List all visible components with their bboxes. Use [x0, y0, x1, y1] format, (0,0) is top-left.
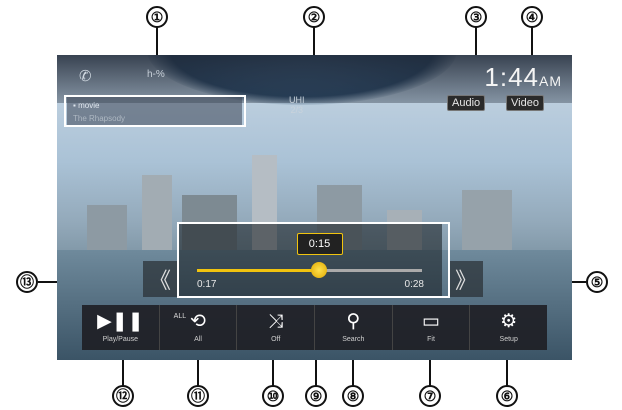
repeat-button[interactable]: ALL ⟲ All: [160, 305, 238, 350]
callout-8: ⑧: [342, 385, 364, 407]
callout-3: ③: [465, 6, 487, 28]
repeat-label: All: [194, 336, 202, 343]
previous-button[interactable]: 《: [143, 261, 177, 297]
callout-11: ⑪: [187, 385, 209, 407]
setup-button[interactable]: ⚙ Setup: [470, 305, 547, 350]
repeat-mode-tag: ALL: [173, 313, 187, 320]
shuffle-label: Off: [271, 336, 281, 343]
search-icon: ⚲: [346, 311, 361, 332]
info-center: UHI 2/3: [289, 95, 305, 115]
control-bar: ▶❚❚ Play/Pause ALL ⟲ All ⤨ Off ⚲ Search …: [82, 305, 547, 350]
callout-7: ⑦: [419, 385, 441, 407]
gear-icon: ⚙: [500, 311, 518, 332]
callout-box-1: [64, 95, 246, 127]
signal-text: h-%: [147, 69, 165, 80]
callout-4: ④: [521, 6, 543, 28]
clock: 1:44AM: [484, 62, 562, 93]
play-pause-button[interactable]: ▶❚❚ Play/Pause: [82, 305, 160, 350]
audio-button[interactable]: Audio: [447, 95, 486, 111]
callout-1: ①: [146, 6, 168, 28]
play-pause-label: Play/Pause: [102, 336, 139, 343]
setup-label: Setup: [499, 336, 518, 343]
video-button[interactable]: Video: [506, 95, 544, 111]
phone-icon[interactable]: ✆: [79, 67, 92, 85]
callout-2: ②: [303, 6, 325, 28]
callout-9: ⑨: [305, 385, 327, 407]
callout-5: ⑤: [586, 271, 608, 293]
callout-10: ⑩: [262, 385, 284, 407]
shuffle-icon: ⤨: [268, 311, 284, 332]
next-button[interactable]: 》: [449, 261, 483, 297]
clock-time: 1:44: [484, 62, 539, 92]
callout-12: ⑫: [112, 385, 134, 407]
repeat-icon: ⟲: [190, 311, 206, 332]
aspect-button[interactable]: ▭ Fit: [393, 305, 471, 350]
callout-6: ⑥: [496, 385, 518, 407]
info-center-text: UHI: [289, 95, 305, 105]
shuffle-button[interactable]: ⤨ Off: [237, 305, 316, 350]
search-label: Search: [342, 336, 365, 343]
callout-13: ⑬: [16, 271, 38, 293]
play-pause-icon: ▶❚❚: [97, 311, 144, 332]
clock-ampm: AM: [539, 73, 562, 89]
aspect-label: Fit: [427, 336, 435, 343]
search-button[interactable]: ⚲ Search: [315, 305, 393, 350]
callout-box-9: [177, 222, 450, 298]
info-center-sub: 2/3: [290, 105, 303, 115]
aspect-icon: ▭: [422, 311, 440, 332]
